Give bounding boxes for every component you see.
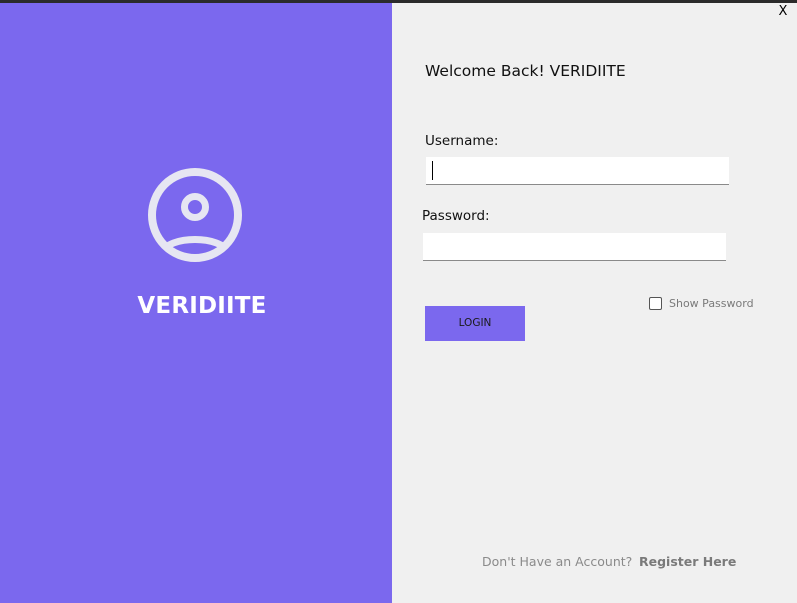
close-button[interactable]: X xyxy=(776,3,790,21)
text-caret xyxy=(432,161,433,180)
show-password-checkbox[interactable] xyxy=(649,297,662,310)
brand-panel: VERIDIITE xyxy=(0,3,392,603)
password-input[interactable] xyxy=(423,233,726,261)
login-button[interactable]: LOGIN xyxy=(425,306,525,341)
show-password-label: Show Password xyxy=(669,297,754,310)
username-label: Username: xyxy=(425,133,499,149)
brand-name: VERIDIITE xyxy=(137,293,267,319)
no-account-text: Don't Have an Account? xyxy=(482,554,633,569)
welcome-heading: Welcome Back! VERIDIITE xyxy=(425,62,626,80)
show-password-toggle[interactable]: Show Password xyxy=(649,297,754,310)
user-circle-icon xyxy=(148,168,242,262)
register-link[interactable]: Register Here xyxy=(639,554,736,569)
username-input[interactable] xyxy=(426,157,729,185)
login-window: VERIDIITE X Welcome Back! VERIDIITE User… xyxy=(0,0,797,603)
password-label: Password: xyxy=(422,208,490,224)
